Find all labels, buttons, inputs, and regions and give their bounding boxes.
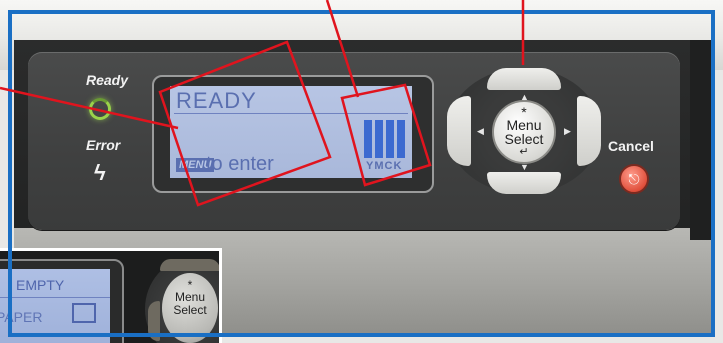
callout-box-lcd-text: [158, 40, 332, 207]
callout-line-lcd: [0, 86, 179, 130]
callout-box-toner: [340, 83, 432, 187]
callout-overlay: [0, 0, 525, 207]
callout-line-toner: [325, 0, 360, 98]
printer-control-panel-photo: Ready Error ϟ READY MENU to enter YMCK ▲…: [0, 0, 723, 343]
